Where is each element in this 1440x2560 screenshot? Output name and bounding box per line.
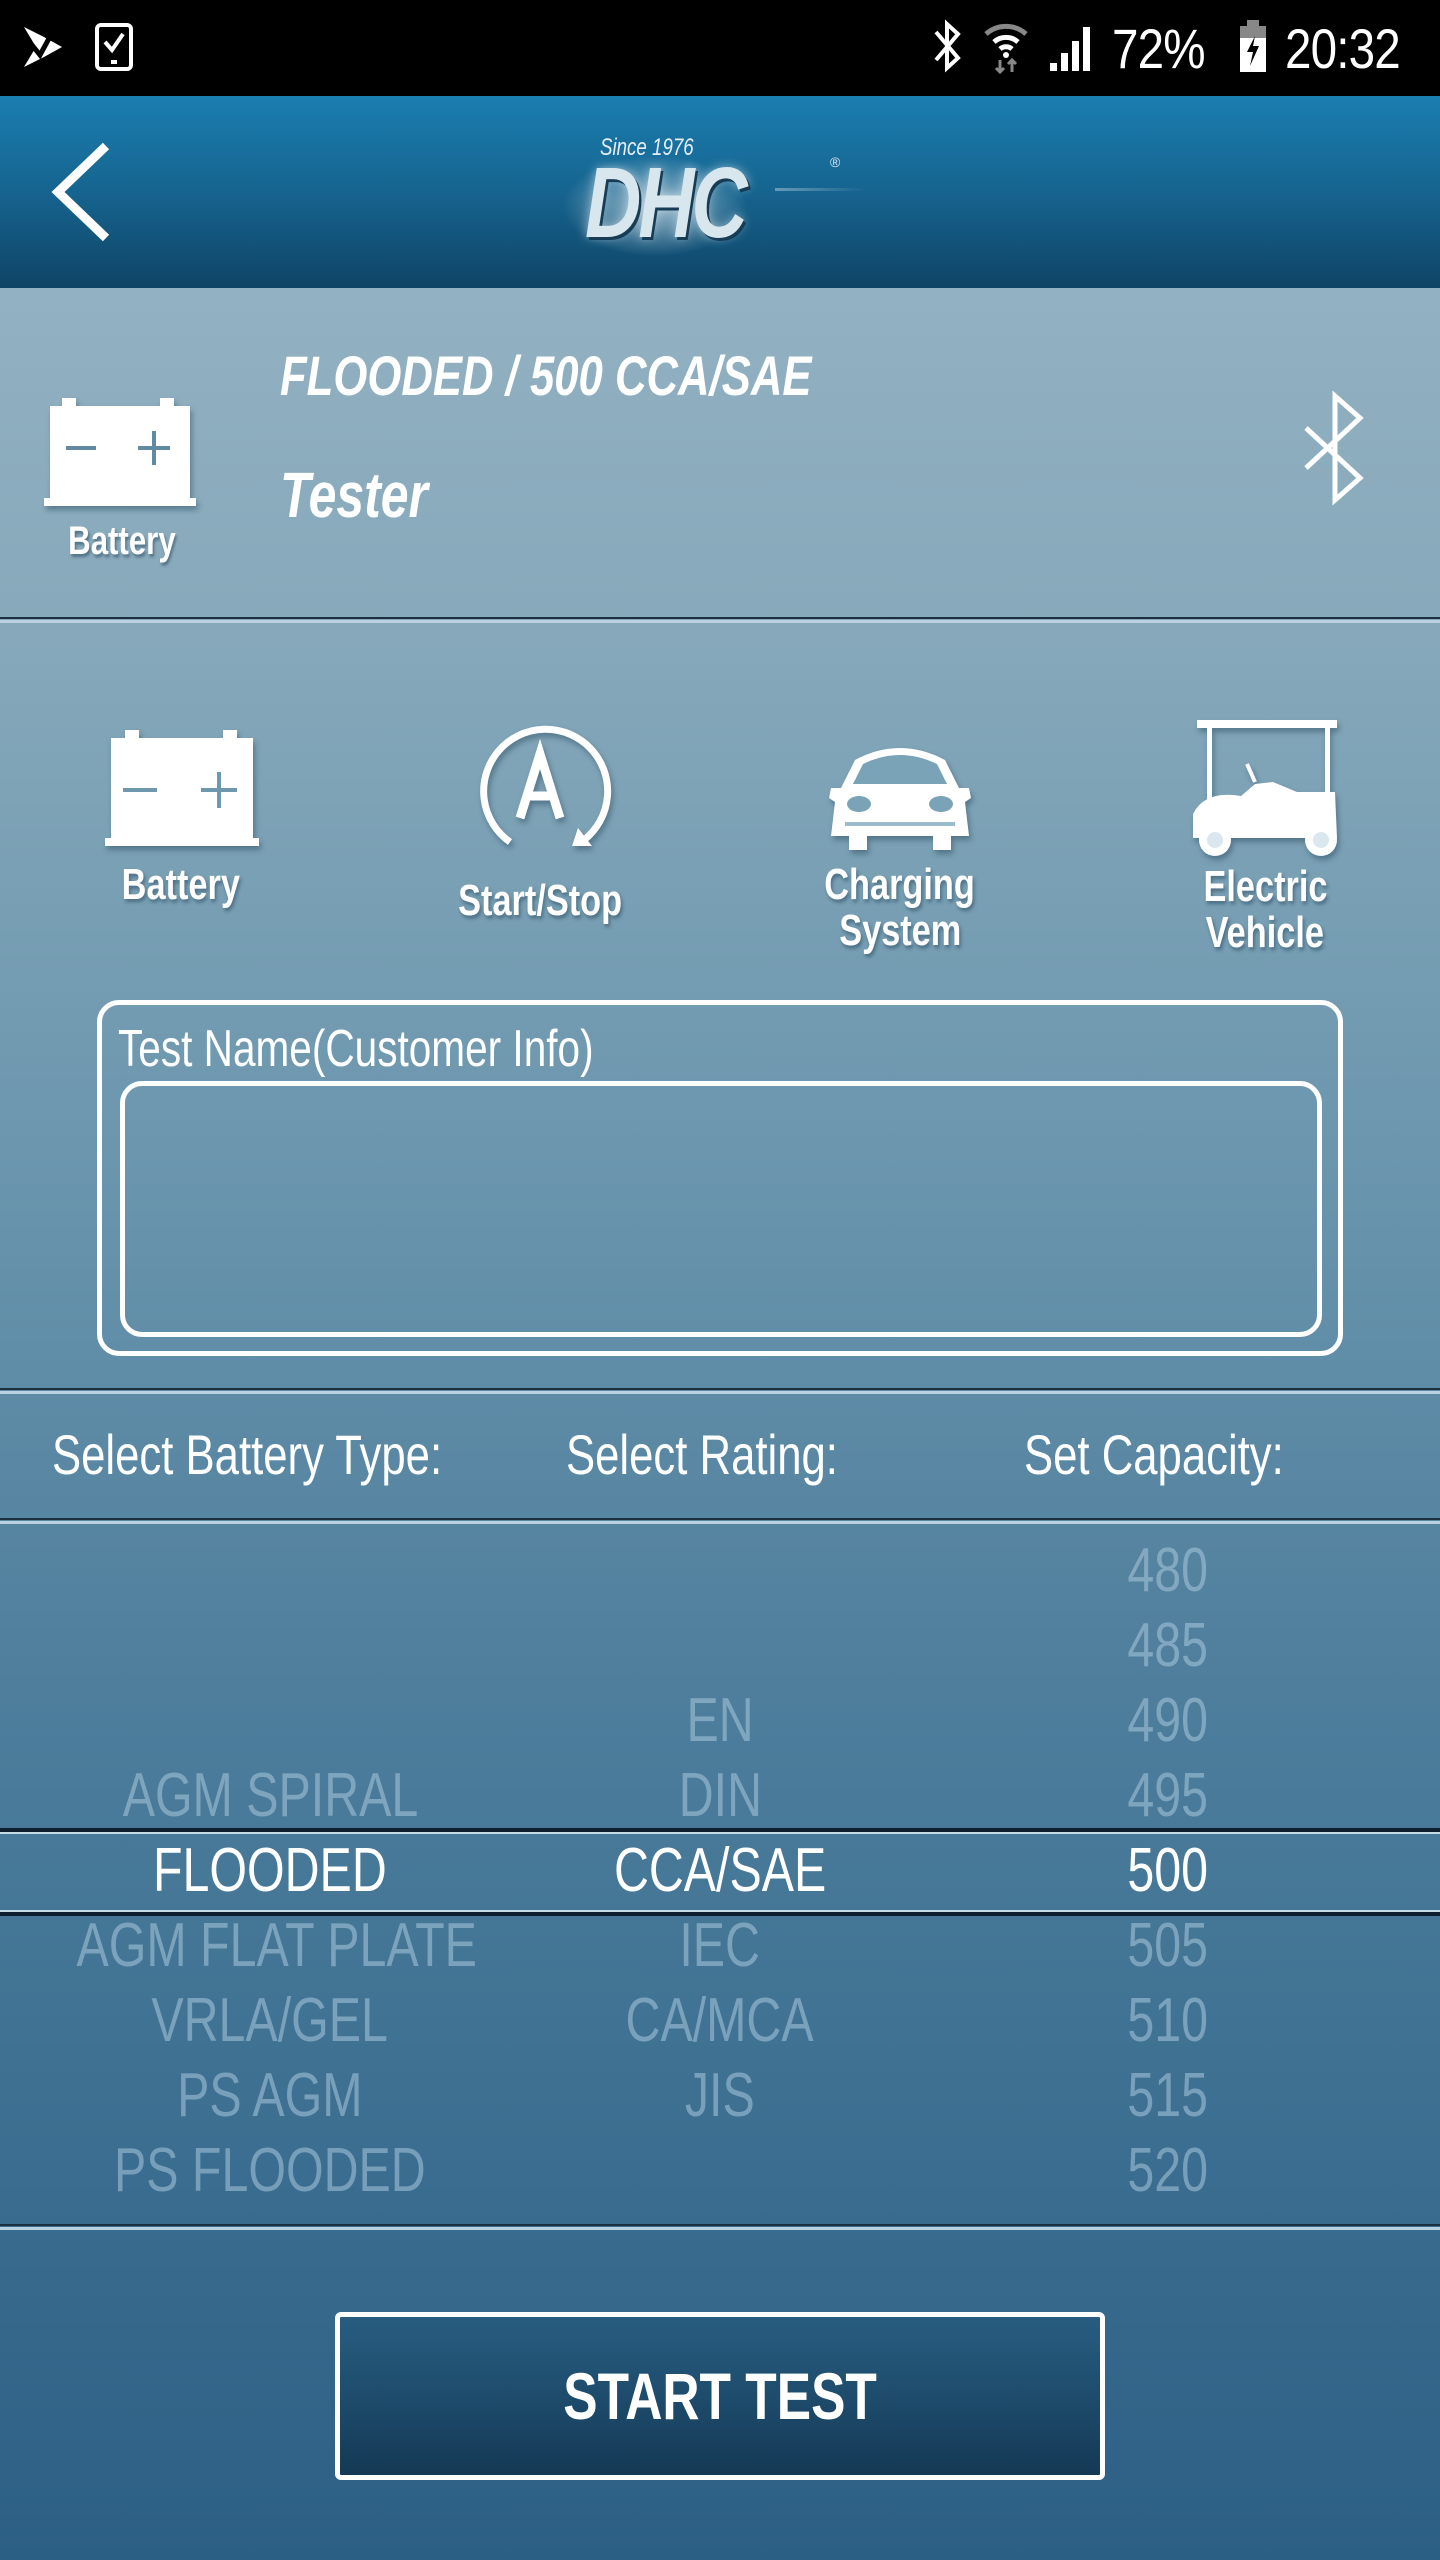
picker-item[interactable] (540, 2133, 900, 2208)
picker-item[interactable]: AGM SPIRAL (20, 1758, 520, 1833)
battery-icon (105, 730, 259, 846)
capacity-header: Set Capacity: (1024, 1423, 1284, 1486)
category-charging-system[interactable]: Charging System (770, 732, 1030, 954)
clock: 20:32 (1284, 16, 1401, 80)
picker-item[interactable]: AGM FLAT PLATE (20, 1908, 520, 1983)
device-info-panel: Battery FLOODED / 500 CCA/SAE Tester (0, 288, 1440, 618)
picker-item[interactable]: 480 (1000, 1533, 1335, 1608)
divider (0, 2224, 1440, 2230)
category-label: Charging (824, 860, 976, 909)
category-label: Start/Stop (458, 876, 622, 925)
capacity-picker[interactable]: 480 485 490 495 500 505 510 515 520 (1000, 1525, 1335, 2225)
divider (0, 1388, 1440, 1394)
start-test-button[interactable]: START TEST (335, 2312, 1105, 2480)
picker-item[interactable]: DIN (540, 1758, 900, 1833)
category-electric-vehicle[interactable]: Electric Vehicle (1130, 720, 1400, 956)
chevron-left-icon (51, 142, 110, 242)
picker-wheels: AGM SPIRAL FLOODED AGM FLAT PLATE VRLA/GEL P… (0, 1525, 1440, 2225)
picker-item-selected[interactable]: FLOODED (20, 1833, 520, 1908)
picker-item[interactable] (20, 1683, 520, 1758)
test-name-panel: Test Name(Customer Info) (97, 1000, 1343, 1356)
car-icon (829, 748, 971, 850)
battery-type-picker[interactable]: AGM SPIRAL FLOODED AGM FLAT PLATE VRLA/GEL P… (20, 1525, 520, 2225)
picker-item[interactable]: 505 (1000, 1908, 1335, 1983)
battery-type-header: Select Battery Type: (52, 1423, 443, 1486)
device-type-indicator: Battery (42, 398, 202, 564)
picker-item[interactable]: EN (540, 1683, 900, 1758)
test-name-input[interactable] (120, 1081, 1322, 1337)
start-stop-icon (480, 725, 612, 846)
logo-registered: ® (830, 154, 841, 170)
mode-label: Tester (280, 459, 428, 531)
test-category-bar: Battery Start/Stop Charging System Elect… (0, 720, 1440, 990)
test-name-label: Test Name(Customer Info) (118, 1020, 594, 1078)
battery-percent: 72% (1111, 16, 1206, 80)
golf-cart-icon (1193, 720, 1337, 856)
signal-icon (1048, 21, 1094, 76)
picker-item-selected[interactable]: CCA/SAE (540, 1833, 900, 1908)
category-battery[interactable]: Battery (96, 730, 266, 908)
picker-item[interactable]: PS FLOODED (20, 2133, 520, 2208)
picker-item[interactable]: CA/MCA (540, 1983, 900, 2058)
battery-icon (44, 398, 196, 506)
picker-item[interactable]: JIS (540, 2058, 900, 2133)
picker-item[interactable]: 520 (1000, 2133, 1335, 2208)
picker-item[interactable]: IEC (540, 1908, 900, 1983)
picker-item-selected[interactable]: 500 (1000, 1833, 1335, 1908)
picker-item[interactable] (540, 1533, 900, 1608)
picker-item[interactable]: 510 (1000, 1983, 1335, 2058)
app-header: Since 1976 DHC ® (0, 96, 1440, 288)
logo-streak (775, 188, 865, 191)
battery-charging-icon (1239, 18, 1267, 79)
picker-item[interactable]: PS AGM (20, 2058, 520, 2133)
category-label: System (838, 906, 962, 956)
divider (0, 1518, 1440, 1524)
picker-item[interactable]: 485 (1000, 1608, 1335, 1683)
task-check-icon (94, 22, 134, 77)
category-label: Vehicle (1205, 908, 1325, 958)
category-label: Electric (1202, 862, 1327, 911)
picker-item[interactable] (20, 1608, 520, 1683)
picker-item[interactable]: 490 (1000, 1683, 1335, 1758)
rating-picker[interactable]: EN DIN CCA/SAE IEC CA/MCA JIS (540, 1525, 900, 2225)
category-start-stop[interactable]: Start/Stop (410, 722, 670, 924)
back-button[interactable] (40, 136, 130, 246)
picker-item[interactable] (20, 1533, 520, 1608)
bluetooth-button[interactable] (1290, 388, 1380, 508)
notification-app-icon (22, 23, 66, 76)
bluetooth-icon (1304, 390, 1364, 506)
test-summary: FLOODED / 500 CCA/SAE (280, 344, 812, 407)
picker-column-headers: Select Battery Type: Select Rating: Set … (0, 1400, 1440, 1512)
logo-text: DHC (585, 147, 748, 259)
picker-item[interactable] (540, 1608, 900, 1683)
divider (0, 617, 1440, 623)
dhc-logo: Since 1976 DHC ® (545, 126, 875, 261)
category-label: Battery (121, 860, 241, 909)
status-bar: 72% 20:32 (0, 0, 1440, 96)
wifi-icon (982, 18, 1030, 79)
picker-item[interactable]: VRLA/GEL (20, 1983, 520, 2058)
rating-header: Select Rating: (566, 1423, 838, 1486)
bluetooth-icon (932, 18, 964, 79)
picker-item[interactable]: 515 (1000, 2058, 1335, 2133)
device-type-label: Battery (68, 519, 176, 563)
picker-item[interactable]: 495 (1000, 1758, 1335, 1833)
